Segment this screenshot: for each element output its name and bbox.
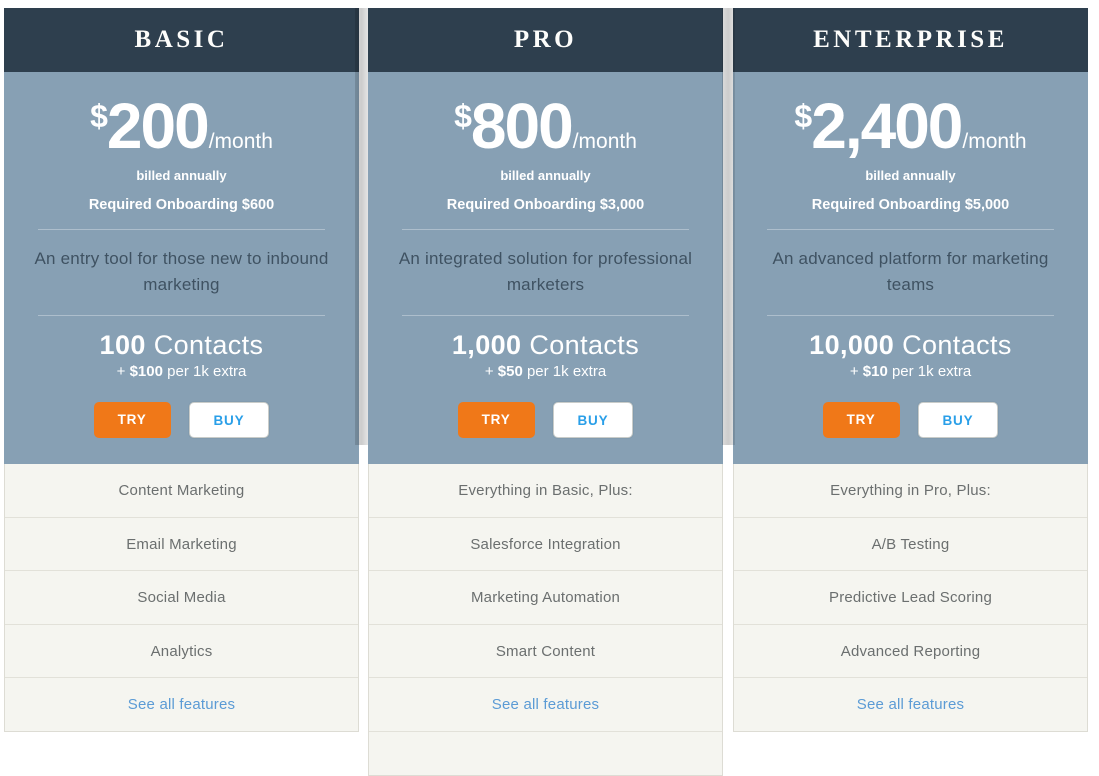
cta-row-pro: TRY BUY <box>396 402 695 438</box>
feature-item: Email Marketing <box>5 518 358 572</box>
plan-description-basic: An entry tool for those new to inbound m… <box>32 246 331 299</box>
contacts-extra-suffix: per 1k extra <box>523 363 606 380</box>
price-period-basic: /month <box>209 131 273 152</box>
feature-list-basic: Content Marketing Email Marketing Social… <box>4 464 359 732</box>
price-currency-basic: $ <box>90 100 107 132</box>
price-basic: $ 200 /month <box>32 94 331 158</box>
contacts-extra-basic: + $100 per 1k extra <box>32 363 331 380</box>
feature-item: Everything in Basic, Plus: <box>369 464 722 518</box>
feature-item: Analytics <box>5 625 358 679</box>
divider <box>402 229 689 230</box>
price-enterprise: $ 2,400 /month <box>761 94 1060 158</box>
try-button-basic[interactable]: TRY <box>94 402 171 438</box>
pricing-card-pro: PRO $ 800 /month billed annually Require… <box>368 8 723 776</box>
contacts-extra-enterprise: + $10 per 1k extra <box>761 363 1060 380</box>
pricing-card-enterprise: ENTERPRISE $ 2,400 /month billed annuall… <box>733 8 1088 732</box>
contacts-block-pro: 1,000 Contacts + $50 per 1k extra <box>396 331 695 381</box>
feature-item: Everything in Pro, Plus: <box>734 464 1087 518</box>
contacts-extra-price: $50 <box>498 363 523 380</box>
contacts-block-basic: 100 Contacts + $100 per 1k extra <box>32 331 331 381</box>
contacts-count-enterprise: 10,000 <box>809 330 894 360</box>
see-all-features-label[interactable]: See all features <box>492 696 599 713</box>
divider <box>767 229 1054 230</box>
feature-item: Smart Content <box>369 625 722 679</box>
feature-item: Content Marketing <box>5 464 358 518</box>
contacts-count-pro: 1,000 <box>452 330 522 360</box>
price-amount-basic: 200 <box>107 94 208 158</box>
feature-item: Salesforce Integration <box>369 518 722 572</box>
see-all-features-label[interactable]: See all features <box>128 696 235 713</box>
price-currency-pro: $ <box>454 100 471 132</box>
divider <box>767 315 1054 316</box>
contacts-extra-suffix: per 1k extra <box>888 363 971 380</box>
pricing-table: BASIC $ 200 /month billed annually Requi… <box>0 0 1099 747</box>
cta-row-basic: TRY BUY <box>32 402 331 438</box>
feature-item: Marketing Automation <box>369 571 722 625</box>
try-button-pro[interactable]: TRY <box>458 402 535 438</box>
feature-list-enterprise: Everything in Pro, Plus: A/B Testing Pre… <box>733 464 1088 732</box>
feature-item: Advanced Reporting <box>734 625 1087 679</box>
buy-button-pro[interactable]: BUY <box>553 402 634 438</box>
price-period-enterprise: /month <box>962 131 1026 152</box>
contacts-extra-pro: + $50 per 1k extra <box>396 363 695 380</box>
contacts-line-enterprise: 10,000 Contacts <box>761 331 1060 361</box>
contacts-block-enterprise: 10,000 Contacts + $10 per 1k extra <box>761 331 1060 381</box>
plan-title-pro: PRO <box>514 26 577 54</box>
billing-note-pro: billed annually <box>396 168 695 183</box>
feature-item: A/B Testing <box>734 518 1087 572</box>
plan-header-pro: PRO <box>368 8 723 72</box>
cta-row-enterprise: TRY BUY <box>761 402 1060 438</box>
feature-item: Predictive Lead Scoring <box>734 571 1087 625</box>
see-all-features-link-enterprise[interactable]: See all features <box>734 678 1087 731</box>
contacts-extra-price: $10 <box>863 363 888 380</box>
price-amount-pro: 800 <box>471 94 572 158</box>
price-pro: $ 800 /month <box>396 94 695 158</box>
contacts-extra-prefix: + <box>485 363 498 380</box>
plan-header-enterprise: ENTERPRISE <box>733 8 1088 72</box>
divider <box>38 315 325 316</box>
plan-body-enterprise: $ 2,400 /month billed annually Required … <box>733 72 1088 464</box>
contacts-word-pro: Contacts <box>529 330 639 360</box>
divider <box>38 229 325 230</box>
onboarding-note-pro: Required Onboarding $3,000 <box>396 197 695 213</box>
feature-list-tail <box>369 732 722 775</box>
try-button-enterprise[interactable]: TRY <box>823 402 900 438</box>
see-all-features-label[interactable]: See all features <box>857 696 964 713</box>
contacts-word-basic: Contacts <box>154 330 264 360</box>
see-all-features-link-pro[interactable]: See all features <box>369 678 722 732</box>
billing-note-basic: billed annually <box>32 168 331 183</box>
pricing-card-basic: BASIC $ 200 /month billed annually Requi… <box>4 8 359 732</box>
buy-button-basic[interactable]: BUY <box>189 402 270 438</box>
feature-list-pro: Everything in Basic, Plus: Salesforce In… <box>368 464 723 776</box>
divider <box>402 315 689 316</box>
onboarding-note-basic: Required Onboarding $600 <box>32 197 331 213</box>
buy-button-enterprise[interactable]: BUY <box>918 402 999 438</box>
plan-description-pro: An integrated solution for professional … <box>396 246 695 299</box>
billing-note-enterprise: billed annually <box>761 168 1060 183</box>
see-all-features-link-basic[interactable]: See all features <box>5 678 358 731</box>
contacts-line-basic: 100 Contacts <box>32 331 331 361</box>
contacts-extra-prefix: + <box>117 363 130 380</box>
contacts-extra-price: $100 <box>130 363 163 380</box>
plan-body-pro: $ 800 /month billed annually Required On… <box>368 72 723 464</box>
contacts-count-basic: 100 <box>100 330 146 360</box>
price-period-pro: /month <box>573 131 637 152</box>
plan-title-enterprise: ENTERPRISE <box>813 26 1008 54</box>
price-amount-enterprise: 2,400 <box>811 94 961 158</box>
plan-body-basic: $ 200 /month billed annually Required On… <box>4 72 359 464</box>
contacts-extra-prefix: + <box>850 363 863 380</box>
plan-description-enterprise: An advanced platform for marketing teams <box>761 246 1060 299</box>
feature-item: Social Media <box>5 571 358 625</box>
onboarding-note-enterprise: Required Onboarding $5,000 <box>761 197 1060 213</box>
plan-header-basic: BASIC <box>4 8 359 72</box>
contacts-line-pro: 1,000 Contacts <box>396 331 695 361</box>
price-currency-enterprise: $ <box>794 100 811 132</box>
contacts-extra-suffix: per 1k extra <box>163 363 246 380</box>
contacts-word-enterprise: Contacts <box>902 330 1012 360</box>
plan-title-basic: BASIC <box>135 26 229 54</box>
